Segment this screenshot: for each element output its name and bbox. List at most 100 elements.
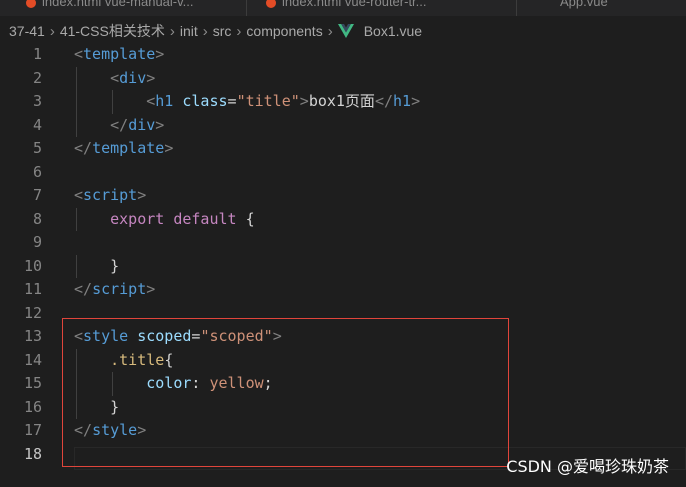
line-number: 2 xyxy=(32,68,42,87)
breadcrumb-item[interactable]: 41-CSS相关技术 xyxy=(60,21,165,41)
code-line[interactable]: 7 <script> xyxy=(0,184,686,208)
tab-index-html-1[interactable]: index.html vue-manual-v... xyxy=(26,0,194,10)
tab-label: index.html vue-manual-v... xyxy=(42,0,194,9)
line-number: 1 xyxy=(32,45,42,63)
code-token: export xyxy=(110,209,165,228)
code-token: div xyxy=(128,115,156,134)
code-token: script xyxy=(92,280,147,298)
code-line[interactable]: 10 } xyxy=(0,254,686,279)
breadcrumb-item[interactable]: src xyxy=(213,23,232,39)
tab-separator xyxy=(516,0,517,16)
code-line[interactable]: 2 <div> xyxy=(0,66,686,91)
code-token: class xyxy=(182,92,228,110)
line-number: 4 xyxy=(32,115,42,134)
breadcrumb: 37-41 › 41-CSS相关技术 › init › src › compon… xyxy=(0,16,686,46)
code-text: <template> xyxy=(74,43,164,67)
editor-tabs: index.html vue-manual-v... index.html vu… xyxy=(0,0,686,16)
chevron-right-icon: › xyxy=(49,22,55,40)
code-text: </div> xyxy=(74,114,164,138)
code-token: h1 xyxy=(393,92,412,110)
code-token: </ xyxy=(110,115,129,134)
code-token: < xyxy=(74,186,84,204)
code-line[interactable]: 9 xyxy=(0,231,686,255)
tab-label: index.html vue-router-tr... xyxy=(282,0,427,9)
code-line[interactable]: 3 <h1 class="title">box1页面</h1> xyxy=(0,90,686,114)
code-line[interactable]: 4 </div> xyxy=(0,113,686,138)
line-number: 7 xyxy=(32,186,42,204)
annotation-highlight-box xyxy=(62,318,509,467)
breadcrumb-item[interactable]: 37-41 xyxy=(9,23,45,39)
code-token: h1 xyxy=(155,92,174,110)
code-text: } xyxy=(74,255,119,279)
code-token: > xyxy=(146,280,156,298)
tab-label: App.vue xyxy=(560,0,608,9)
line-number: 3 xyxy=(32,92,42,110)
line-number: 16 xyxy=(23,397,42,416)
code-token: > xyxy=(155,45,165,63)
code-line[interactable]: 6 xyxy=(0,161,686,185)
breadcrumb-item[interactable]: init xyxy=(180,23,198,39)
code-line[interactable]: 8 export default { xyxy=(0,207,686,232)
breadcrumb-file[interactable]: Box1.vue xyxy=(364,23,422,39)
line-number: 13 xyxy=(23,327,42,345)
chevron-right-icon: › xyxy=(202,22,208,40)
line-number: 8 xyxy=(32,209,42,228)
code-line[interactable]: 5 </template> xyxy=(0,137,686,161)
code-text: <h1 class="title">box1页面</h1> xyxy=(74,90,420,114)
breadcrumb-item[interactable]: components xyxy=(246,23,322,39)
line-number: 14 xyxy=(23,350,42,369)
code-text: <div> xyxy=(74,67,155,91)
line-number: 10 xyxy=(23,256,42,275)
code-token: > xyxy=(164,139,174,157)
line-number: 12 xyxy=(23,303,42,322)
code-token: } xyxy=(74,256,120,275)
code-token: default xyxy=(173,209,237,228)
code-token: div xyxy=(119,68,147,87)
tab-app-vue[interactable]: App.vue xyxy=(560,0,608,10)
code-token: > xyxy=(299,92,309,110)
code-text: </template> xyxy=(74,137,173,161)
line-number: 15 xyxy=(23,374,42,392)
code-token: > xyxy=(146,68,156,87)
html-file-icon xyxy=(26,0,36,8)
code-text: <script> xyxy=(74,184,146,208)
code-token: > xyxy=(137,186,147,204)
line-number: 5 xyxy=(32,139,42,157)
code-token: template xyxy=(92,139,165,157)
code-token: = xyxy=(227,92,237,110)
code-line[interactable]: 11 </script> xyxy=(0,278,686,302)
tab-index-html-2[interactable]: index.html vue-router-tr... xyxy=(266,0,427,10)
line-number: 18 xyxy=(23,444,42,463)
watermark: CSDN @爱喝珍珠奶茶 xyxy=(506,457,669,476)
code-token: > xyxy=(411,92,421,110)
tab-separator xyxy=(246,0,247,16)
chevron-right-icon: › xyxy=(169,22,175,40)
chevron-right-icon: › xyxy=(327,22,333,40)
code-token: < xyxy=(74,45,84,63)
html-file-icon xyxy=(266,0,276,8)
code-token: </ xyxy=(74,139,93,157)
line-number: 6 xyxy=(32,162,42,181)
code-token: "title" xyxy=(236,92,300,110)
code-token: </ xyxy=(74,280,93,298)
code-token: > xyxy=(155,115,165,134)
line-number: 9 xyxy=(32,233,42,251)
code-token: < xyxy=(146,92,156,110)
code-text: </script> xyxy=(74,278,155,302)
code-token: { xyxy=(236,209,255,228)
code-token: template xyxy=(83,45,156,63)
code-token: < xyxy=(110,68,120,87)
line-number: 11 xyxy=(23,280,42,298)
code-token: box1页面 xyxy=(308,92,375,110)
code-token: script xyxy=(83,186,138,204)
code-text: export default { xyxy=(74,208,255,232)
code-line[interactable]: 1 <template> xyxy=(0,43,686,67)
code-token: </ xyxy=(374,92,393,110)
chevron-right-icon: › xyxy=(236,22,242,40)
line-number: 17 xyxy=(23,421,42,439)
